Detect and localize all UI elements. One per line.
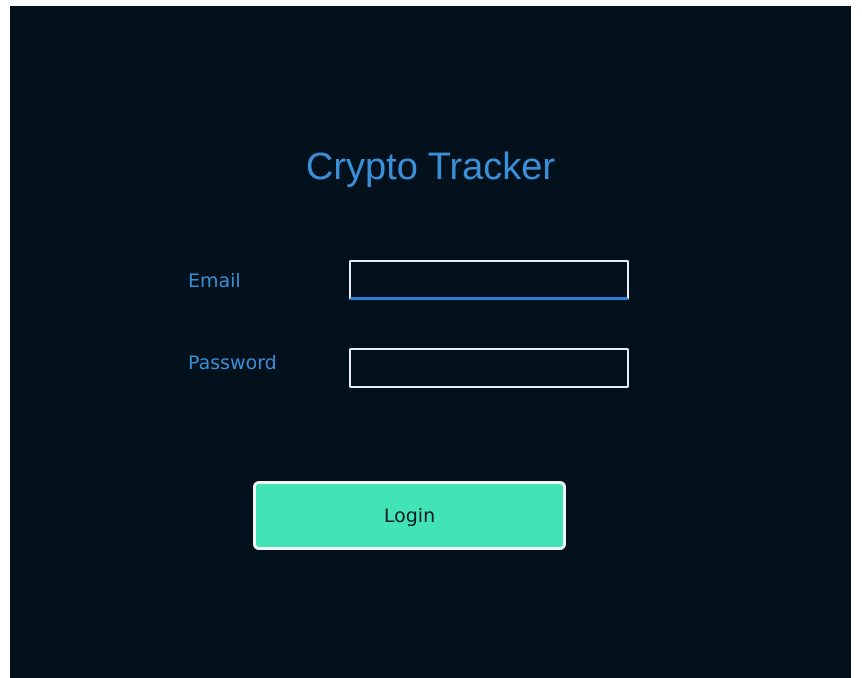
password-field[interactable]	[349, 348, 629, 388]
email-field[interactable]	[349, 260, 629, 300]
email-label: Email	[188, 270, 241, 292]
login-button[interactable]: Login	[253, 481, 566, 550]
login-window: Crypto Tracker Email Password Login	[10, 6, 851, 678]
app-title: Crypto Tracker	[305, 146, 556, 188]
password-label: Password	[188, 352, 277, 374]
